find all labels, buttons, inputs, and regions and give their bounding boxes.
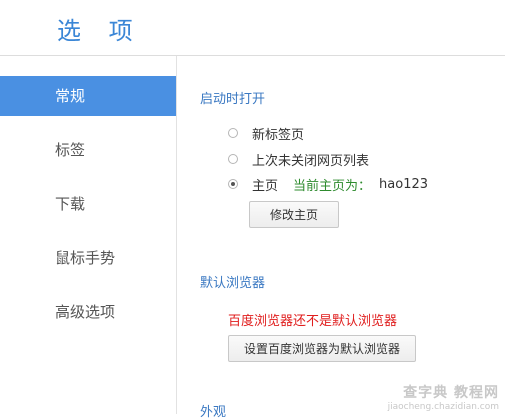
page-title: 选 项 [57, 17, 143, 45]
default-browser-warning: 百度浏览器还不是默认浏览器 [228, 314, 398, 329]
radio-homepage[interactable]: 主页 当前主页为： hao123 [228, 175, 429, 194]
watermark-main-text: 查字典 教程网 [403, 385, 499, 401]
default-browser-section-title: 默认浏览器 [200, 276, 266, 291]
sidebar-item-mouse-gestures[interactable]: 鼠标手势 [0, 238, 176, 278]
sidebar-item-advanced[interactable]: 高级选项 [0, 292, 176, 332]
radio-button[interactable] [228, 154, 238, 164]
watermark: 查字典 教程网 jiaocheng.chazidian.com [388, 382, 499, 412]
sidebar-item-tabs[interactable]: 标签 [0, 130, 176, 170]
radio-label: 主页 [252, 178, 279, 194]
radio-new-tab[interactable]: 新标签页 [228, 124, 305, 143]
sidebar-item-label: 标签 [55, 141, 86, 159]
sidebar: 常规 标签 下载 鼠标手势 高级选项 [0, 56, 177, 414]
homepage-value: hao123 [379, 176, 429, 192]
appearance-section-title: 外观 [200, 405, 227, 420]
set-default-browser-button[interactable]: 设置百度浏览器为默认浏览器 [228, 335, 416, 362]
watermark-url-text: jiaocheng.chazidian.com [387, 402, 499, 412]
radio-last-session[interactable]: 上次未关闭网页列表 [228, 150, 370, 169]
radio-label: 新标签页 [252, 127, 305, 143]
radio-button[interactable] [228, 179, 238, 189]
radio-label: 上次未关闭网页列表 [252, 153, 370, 169]
change-homepage-button[interactable]: 修改主页 [249, 201, 339, 228]
sidebar-item-label: 下载 [55, 195, 86, 213]
sidebar-item-downloads[interactable]: 下载 [0, 184, 176, 224]
sidebar-item-label: 鼠标手势 [55, 249, 116, 267]
sidebar-item-label: 高级选项 [55, 303, 116, 321]
startup-section-title: 启动时打开 [200, 92, 266, 107]
sidebar-item-label: 常规 [55, 87, 86, 105]
homepage-info-label: 当前主页为： [293, 178, 372, 194]
radio-button[interactable] [228, 128, 238, 138]
sidebar-item-general[interactable]: 常规 [0, 76, 176, 116]
